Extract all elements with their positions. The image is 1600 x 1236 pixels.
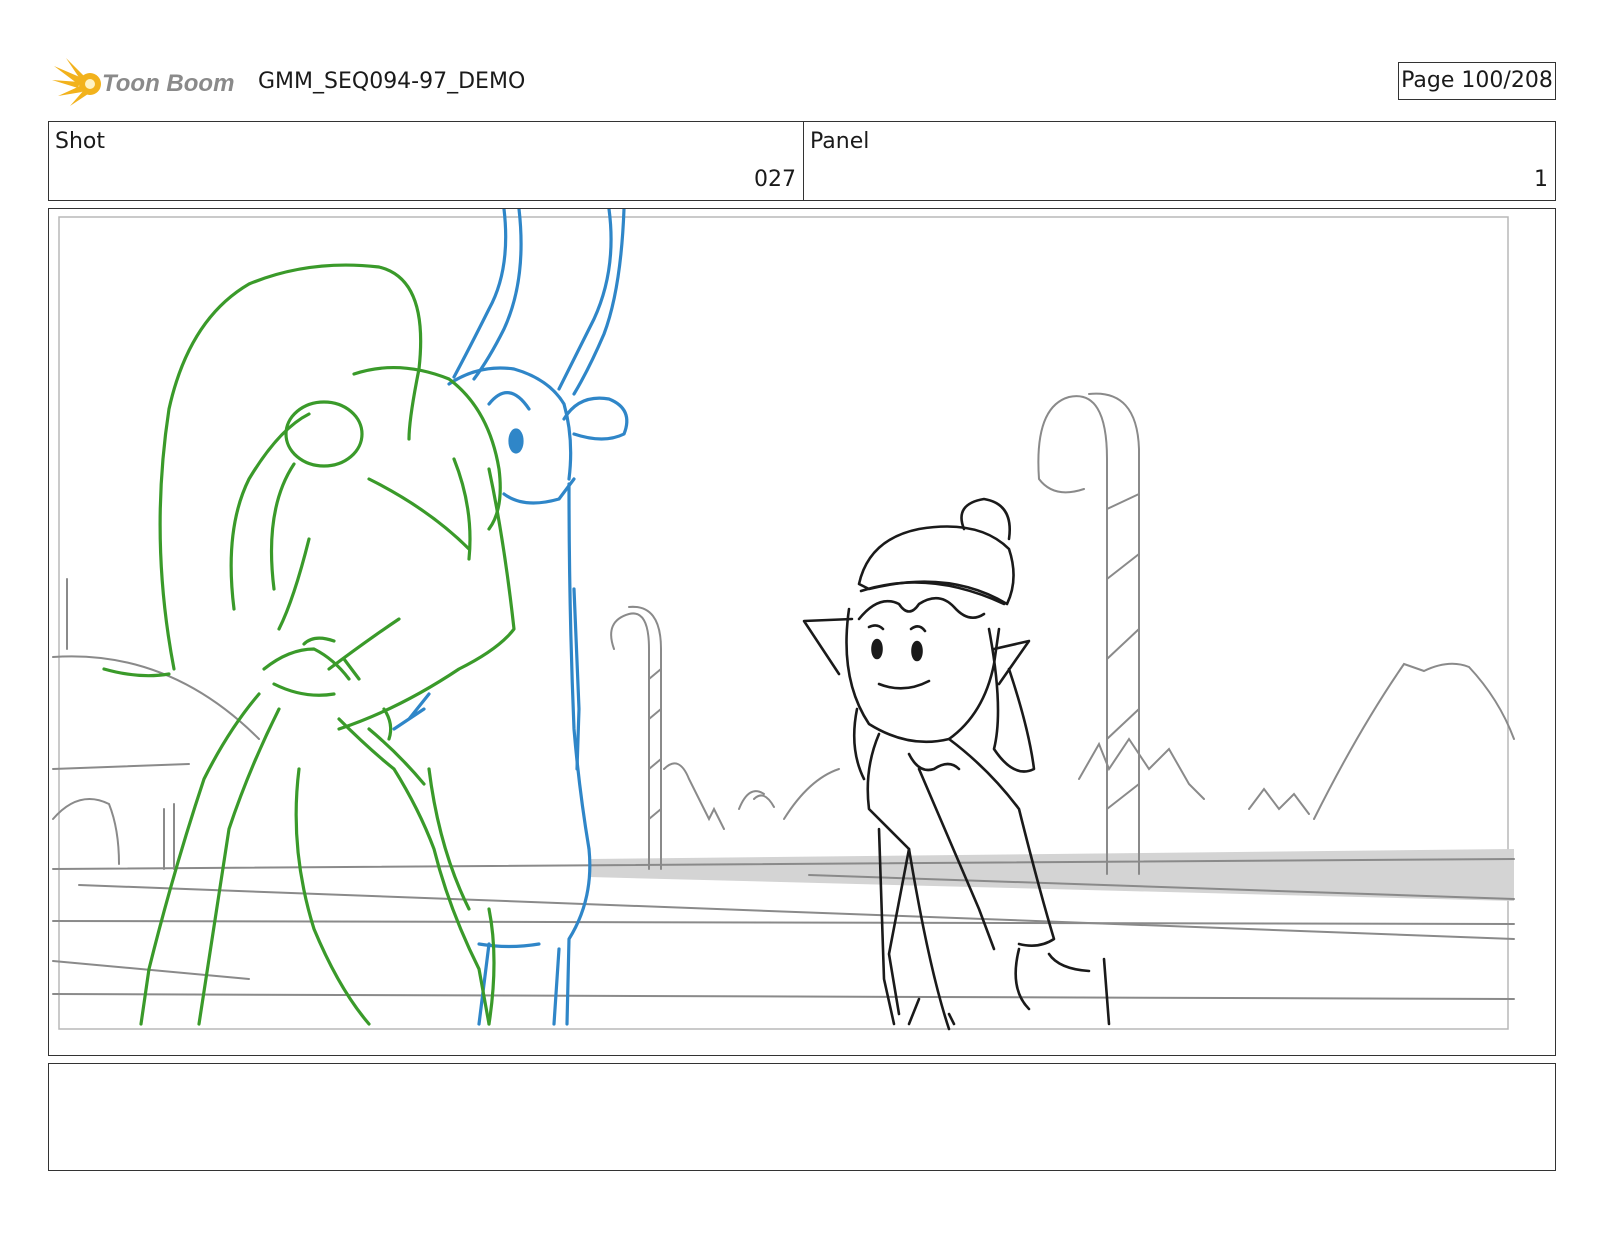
shot-label: Shot xyxy=(55,129,105,154)
ground-shadow xyxy=(589,849,1514,901)
panel-cell: Panel 1 xyxy=(804,122,1555,200)
page-total: 208 xyxy=(1510,68,1553,93)
logo-text: Toon Boom xyxy=(102,70,234,97)
toon-boom-logo: Toon Boom xyxy=(52,56,242,108)
storyboard-panel-frame xyxy=(48,208,1556,1056)
background-layout xyxy=(52,392,1515,1000)
document-title: GMM_SEQ094-97_DEMO xyxy=(258,69,526,94)
shot-cell: Shot 027 xyxy=(49,122,804,200)
page-current: 100 xyxy=(1461,68,1504,93)
shot-panel-header: Shot 027 Panel 1 xyxy=(48,121,1556,201)
panel-number: 1 xyxy=(1534,167,1548,192)
caption-box xyxy=(48,1063,1556,1171)
page-label: Page xyxy=(1401,68,1455,93)
shot-number: 027 xyxy=(754,167,796,192)
safe-frame-border xyxy=(58,216,1509,1030)
storyboard-sketch xyxy=(52,209,1515,1031)
logo-star-icon: Toon Boom xyxy=(52,58,234,106)
green-character-sketch xyxy=(102,263,516,1026)
panel-label: Panel xyxy=(810,129,870,154)
elf-girl-sketch xyxy=(802,497,1111,1031)
page-indicator: Page 100/208 xyxy=(1398,62,1556,100)
